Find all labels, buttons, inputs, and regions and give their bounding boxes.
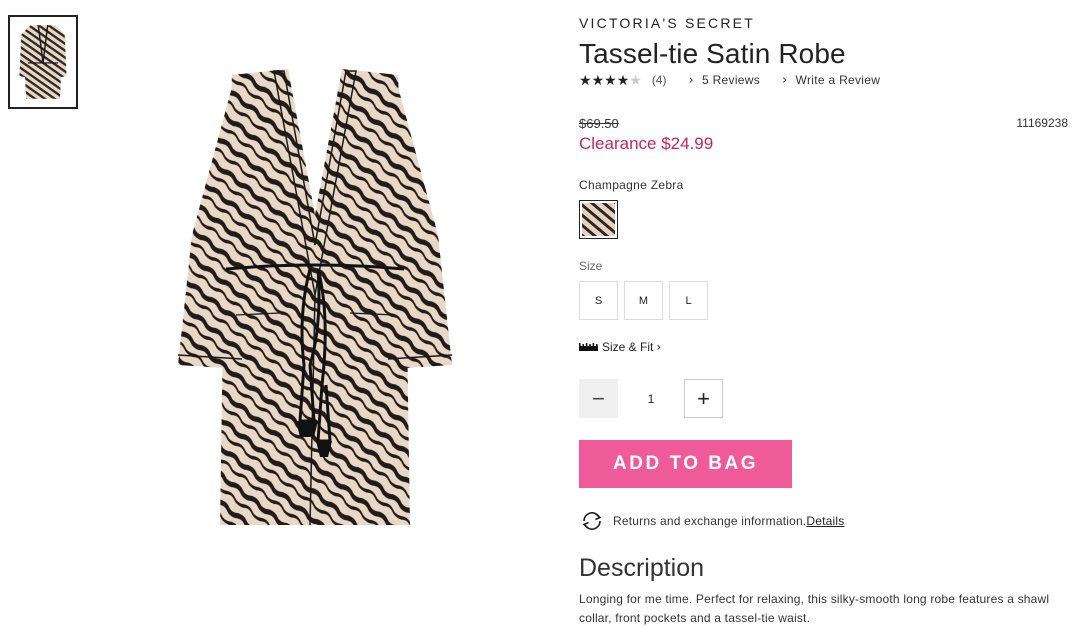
- product-main-image: [170, 65, 460, 527]
- product-sku: 11169238: [1016, 116, 1068, 130]
- clearance-price: Clearance $24.99: [579, 134, 714, 153]
- robe-image: [177, 69, 453, 526]
- size-option-s[interactable]: S: [579, 281, 618, 320]
- ruler-icon: [579, 343, 598, 351]
- quantity-decrease-button[interactable]: −: [579, 379, 618, 418]
- minus-icon: −: [592, 385, 605, 411]
- size-label: Size: [579, 259, 603, 273]
- product-thumbnail[interactable]: [8, 15, 78, 109]
- size-fit-link[interactable]: Size & Fit ›: [579, 340, 661, 354]
- size-options: S M L: [579, 281, 714, 320]
- returns-icon: [582, 512, 602, 530]
- star-icon: ★: [604, 72, 617, 88]
- rating-row: ★ ★ ★ ★ ★ (4) › 5 Reviews › Write a Revi…: [579, 72, 880, 88]
- reviews-link-label: 5 Reviews: [701, 73, 761, 87]
- chevron-right-icon: ›: [782, 72, 788, 88]
- quantity-value[interactable]: 1: [618, 392, 684, 406]
- chevron-right-icon: ›: [656, 340, 662, 354]
- size-option-l[interactable]: L: [669, 281, 708, 320]
- star-icon: ★: [591, 72, 605, 88]
- original-price: $69.50: [579, 116, 619, 131]
- add-to-bag-button[interactable]: ADD TO BAG: [579, 440, 792, 488]
- chevron-right-icon: ›: [688, 72, 694, 88]
- product-title: Tassel-tie Satin Robe: [579, 38, 846, 69]
- size-option-m[interactable]: M: [624, 281, 663, 320]
- star-icon: ★: [616, 72, 630, 88]
- star-rating[interactable]: ★ ★ ★ ★ ★: [579, 73, 642, 87]
- write-review-label: Write a Review: [795, 73, 881, 87]
- description-heading: Description: [579, 554, 705, 582]
- color-swatch-champagne-zebra[interactable]: [579, 200, 618, 239]
- quantity-increase-button[interactable]: +: [684, 379, 723, 418]
- brand-name: VICTORIA'S SECRET: [579, 15, 755, 31]
- color-name: Champagne Zebra: [579, 178, 684, 192]
- rating-count: (4): [651, 73, 667, 87]
- robe-thumbnail-image: [19, 25, 67, 99]
- size-fit-label: Size & Fit: [602, 340, 654, 354]
- returns-text: Returns and exchange information.: [613, 514, 807, 528]
- star-empty-icon: ★: [629, 72, 642, 88]
- reviews-link[interactable]: › 5 Reviews: [688, 73, 760, 88]
- plus-icon: +: [697, 385, 710, 411]
- star-icon: ★: [579, 72, 592, 88]
- description-text: Longing for me time. Perfect for relaxin…: [579, 592, 1050, 625]
- returns-info: Returns and exchange information. Detail…: [579, 511, 844, 531]
- write-review-link[interactable]: › Write a Review: [782, 73, 880, 88]
- returns-details-link[interactable]: Details: [806, 514, 844, 528]
- swatch-pattern-image: [582, 203, 615, 236]
- quantity-stepper: − 1 +: [579, 379, 723, 418]
